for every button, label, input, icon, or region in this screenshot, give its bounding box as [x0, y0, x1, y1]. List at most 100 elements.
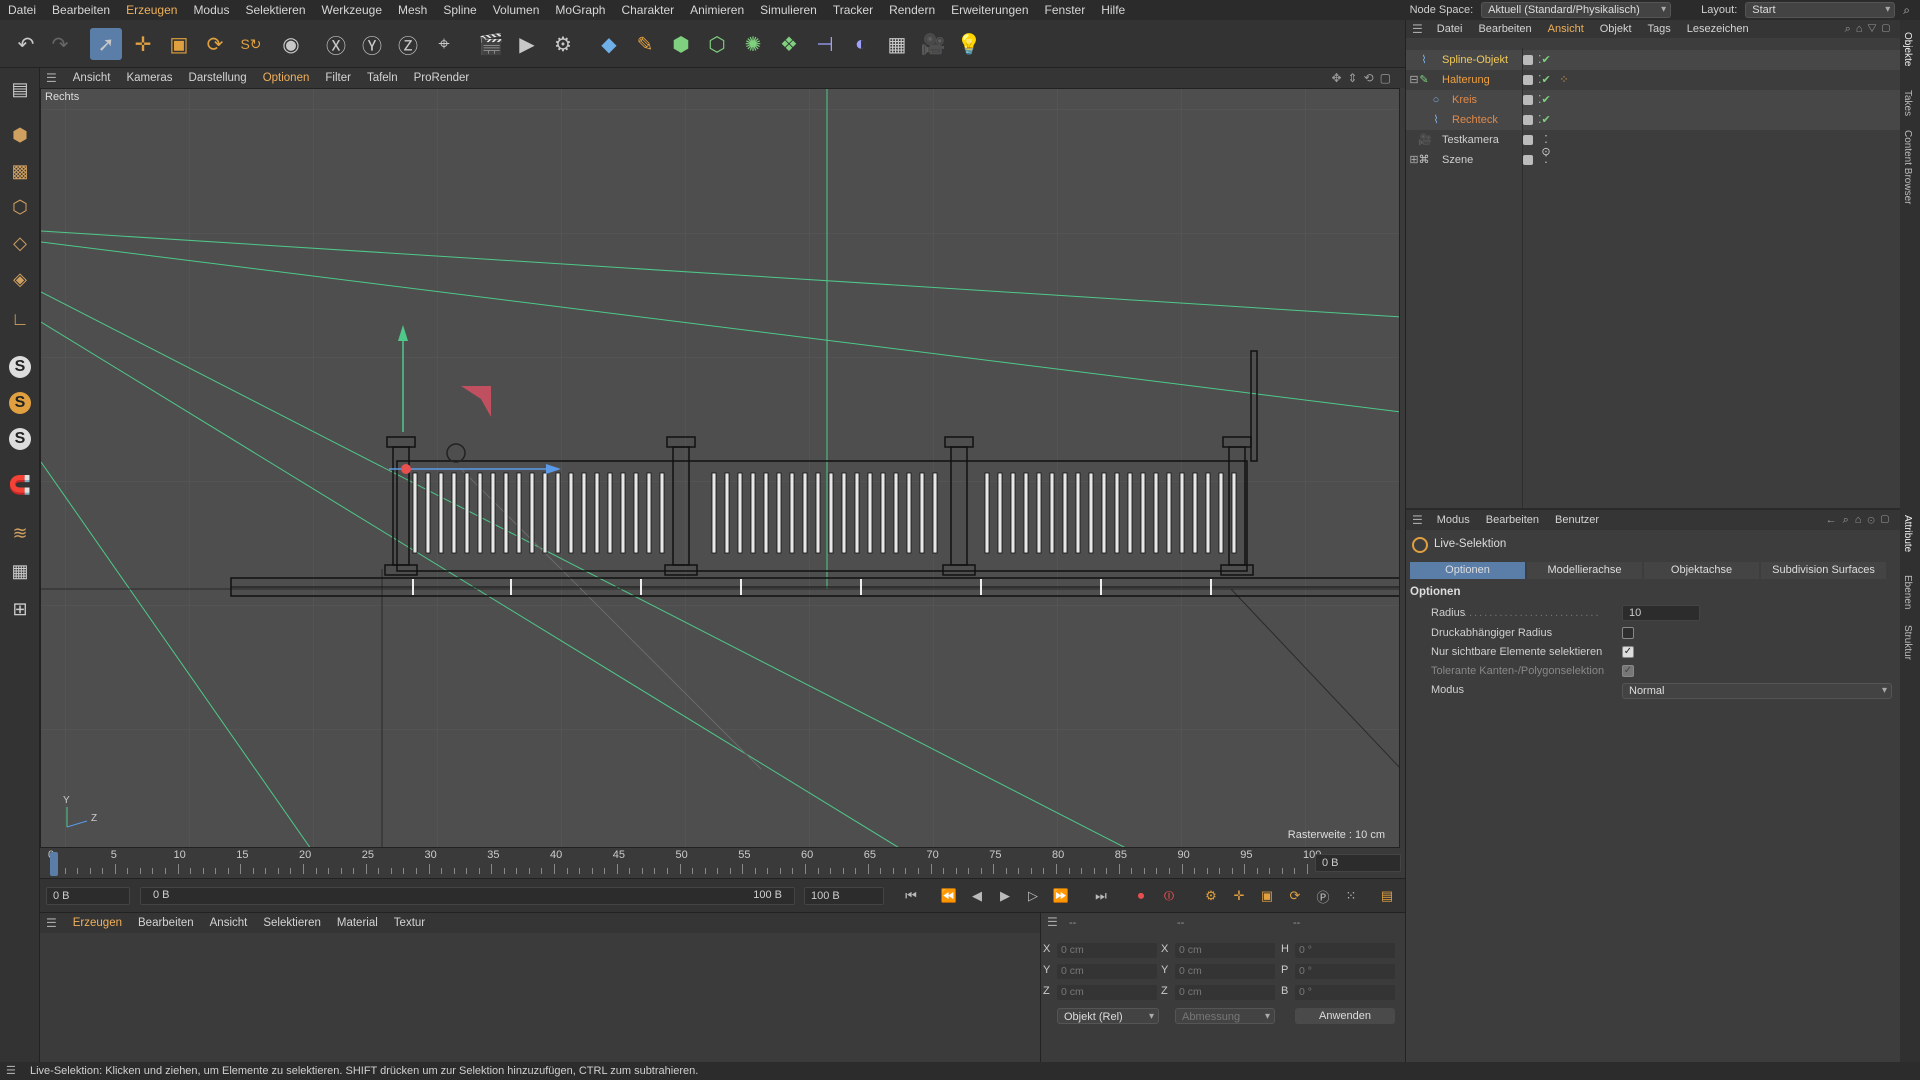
y-axis-lock-icon[interactable]: Ⓨ: [356, 28, 388, 60]
menu-tracker[interactable]: Tracker: [825, 3, 881, 17]
rot-b-field[interactable]: 0 °: [1295, 985, 1395, 1000]
key-position-icon[interactable]: ✛: [1228, 886, 1250, 906]
tab-optionen[interactable]: Optionen: [1410, 562, 1525, 579]
size-z-field[interactable]: 0 cm: [1175, 985, 1275, 1000]
pos-x-field[interactable]: 0 cm: [1057, 943, 1157, 958]
key-parameter-icon[interactable]: Ⓟ: [1312, 886, 1334, 906]
workplane-snap-icon[interactable]: S: [4, 424, 36, 454]
end-frame-field[interactable]: 100 B: [804, 887, 884, 905]
obj-menu-bearbeiten[interactable]: Bearbeiten: [1470, 23, 1539, 35]
mat-menu-ansicht[interactable]: Ansicht: [202, 917, 256, 929]
pos-z-field[interactable]: 0 cm: [1057, 985, 1157, 1000]
menu-datei[interactable]: Datei: [0, 3, 44, 17]
obj-hamburger-icon[interactable]: ☰: [1406, 22, 1429, 36]
object-row-szene[interactable]: ⊞ ⌘ Szene ⁚: [1406, 150, 1901, 170]
menu-erweiterungen[interactable]: Erweiterungen: [943, 3, 1036, 17]
enabled-check-icon[interactable]: ⁚✔: [1538, 90, 1551, 110]
object-name[interactable]: Halterung: [1442, 70, 1490, 90]
camera-icon[interactable]: 🎥: [917, 28, 949, 60]
obj-menu-lesezeichen[interactable]: Lesezeichen: [1679, 23, 1757, 35]
next-key-icon[interactable]: ⏩: [1050, 886, 1072, 906]
apply-button[interactable]: Anwenden: [1295, 1008, 1395, 1024]
texture-mode-icon[interactable]: ▩: [4, 156, 36, 186]
vp-menu-optionen[interactable]: Optionen: [255, 72, 318, 84]
search-icon[interactable]: ⌕: [1903, 3, 1910, 18]
pressure-radius-checkbox[interactable]: [1622, 627, 1634, 639]
tool-cursor-icon[interactable]: ◉: [275, 28, 307, 60]
mat-menu-bearbeiten[interactable]: Bearbeiten: [130, 917, 202, 929]
step-back-icon[interactable]: ◀: [966, 886, 988, 906]
obj-menu-objekt[interactable]: Objekt: [1592, 23, 1640, 35]
attr-menu-benutzer[interactable]: Benutzer: [1547, 514, 1607, 526]
menu-modus[interactable]: Modus: [185, 3, 237, 17]
menu-rendern[interactable]: Rendern: [881, 3, 943, 17]
extrude-icon[interactable]: ⬡: [701, 28, 733, 60]
size-x-field[interactable]: 0 cm: [1175, 943, 1275, 958]
viewport-navigation-icons[interactable]: ✥⇕⟲▢: [1331, 71, 1405, 85]
menu-animieren[interactable]: Animieren: [682, 3, 752, 17]
vp-menu-kameras[interactable]: Kameras: [118, 72, 180, 84]
record-icon[interactable]: ⏺: [1130, 886, 1152, 906]
object-name[interactable]: Szene: [1442, 150, 1473, 170]
rot-p-field[interactable]: 0 °: [1295, 964, 1395, 979]
render-settings-icon[interactable]: ⚙: [547, 28, 579, 60]
status-hamburger-icon[interactable]: ☰: [6, 1062, 16, 1080]
vp-menu-ansicht[interactable]: Ansicht: [65, 72, 119, 84]
radius-field[interactable]: 10: [1622, 605, 1700, 621]
render-region-icon[interactable]: 🎬: [475, 28, 507, 60]
menu-selektieren[interactable]: Selektieren: [237, 3, 313, 17]
mat-menu-textur[interactable]: Textur: [386, 917, 433, 929]
obj-menu-datei[interactable]: Datei: [1429, 23, 1471, 35]
menu-werkzeuge[interactable]: Werkzeuge: [314, 3, 390, 17]
object-row-rechteck[interactable]: ⌇ Rechteck ⁚✔: [1406, 110, 1901, 130]
menu-fenster[interactable]: Fenster: [1037, 3, 1094, 17]
x-axis-lock-icon[interactable]: Ⓧ: [320, 28, 352, 60]
obj-menu-ansicht[interactable]: Ansicht: [1540, 23, 1592, 35]
edges-mode-icon[interactable]: ◇: [4, 228, 36, 258]
mat-menu-material[interactable]: Material: [329, 917, 386, 929]
step-forward-icon[interactable]: ▷: [1022, 886, 1044, 906]
menu-simulieren[interactable]: Simulieren: [752, 3, 825, 17]
coords-hamburger-icon[interactable]: ☰: [1047, 915, 1058, 929]
workplane-icon[interactable]: ≋: [4, 518, 36, 548]
obj-menu-tags[interactable]: Tags: [1640, 23, 1679, 35]
magnet-icon[interactable]: 🧲: [4, 470, 36, 500]
side-tab-content-browser[interactable]: Content Browser: [1902, 130, 1913, 204]
play-icon[interactable]: ▶: [994, 886, 1016, 906]
rot-h-field[interactable]: 0 °: [1295, 943, 1395, 958]
obj-toolbar-icons[interactable]: ⌕⌂▽▢: [1845, 23, 1901, 36]
scale-icon[interactable]: ▣: [163, 28, 195, 60]
enabled-check-icon[interactable]: ⁚✔: [1538, 50, 1551, 70]
mat-menu-erzeugen[interactable]: Erzeugen: [65, 917, 130, 929]
visible-only-checkbox[interactable]: ✓: [1622, 646, 1634, 658]
live-selection-icon[interactable]: ➚: [90, 28, 122, 60]
go-to-start-icon[interactable]: ⏮: [900, 886, 922, 906]
key-scale-icon[interactable]: ▣: [1256, 886, 1278, 906]
lock-workplane-icon[interactable]: ▦: [4, 556, 36, 586]
object-row-testkamera[interactable]: 🎥 Testkamera ⁚⊙: [1406, 130, 1901, 158]
z-axis-lock-icon[interactable]: Ⓩ: [392, 28, 424, 60]
light-icon[interactable]: 💡: [953, 28, 985, 60]
subdivision-icon[interactable]: ⬢: [665, 28, 697, 60]
visibility-toggle[interactable]: [1523, 115, 1533, 125]
node-space-dropdown[interactable]: Aktuell (Standard/Physikalisch): [1481, 2, 1672, 18]
polygons-mode-icon[interactable]: ◈: [4, 264, 36, 294]
side-tab-objekte[interactable]: Objekte: [1902, 32, 1913, 66]
tab-modellierachse[interactable]: Modellierachse: [1527, 562, 1642, 579]
timeline-layout-icon[interactable]: ▤: [1376, 886, 1398, 906]
visibility-toggle[interactable]: [1523, 75, 1533, 85]
mode-dropdown[interactable]: Normal: [1622, 683, 1892, 699]
visibility-toggle[interactable]: [1523, 55, 1533, 65]
object-name[interactable]: Kreis: [1452, 90, 1477, 110]
pen-icon[interactable]: ✎: [629, 28, 661, 60]
object-row-halterung[interactable]: ⊟ ✎ Halterung ⁚✔ ⁘: [1406, 70, 1901, 90]
coordinate-system-icon[interactable]: ⌖: [428, 28, 460, 60]
model-mode-icon[interactable]: ⬢: [4, 120, 36, 150]
attr-menu-bearbeiten[interactable]: Bearbeiten: [1478, 514, 1547, 526]
tab-objektachse[interactable]: Objektachse: [1644, 562, 1759, 579]
previous-key-icon[interactable]: ⏪: [938, 886, 960, 906]
attr-toolbar-icons[interactable]: ←⌕⌂⊙▢: [1826, 514, 1901, 527]
key-rotation-icon[interactable]: ⟳: [1284, 886, 1306, 906]
visibility-toggle[interactable]: [1523, 95, 1533, 105]
menu-charakter[interactable]: Charakter: [613, 3, 682, 17]
